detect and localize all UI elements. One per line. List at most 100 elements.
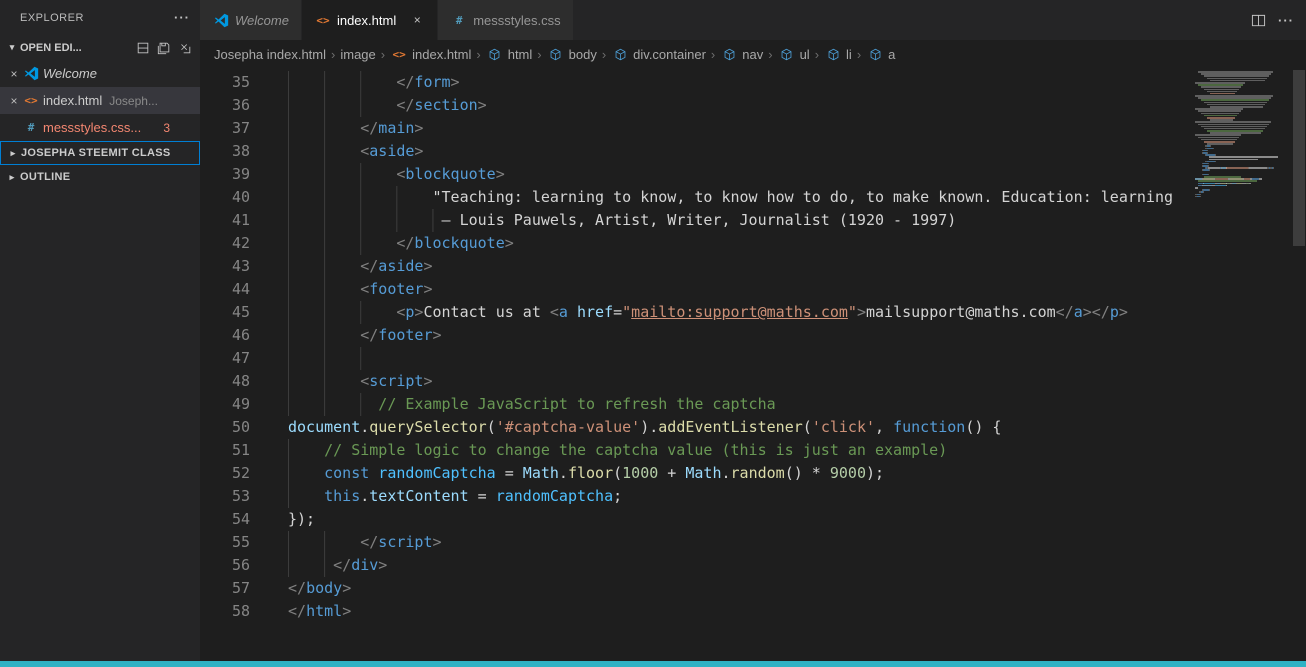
breadcrumb-label: html <box>507 46 533 62</box>
editor[interactable]: 35 </form> 36 </section> 37 </main> 38 <aside> 3… <box>200 68 1306 661</box>
css-file-icon: # <box>27 121 35 134</box>
line-number: 50 <box>231 418 250 436</box>
code-line[interactable]: 57 </body> <box>200 577 1306 600</box>
breadcrumb-label: a <box>888 46 896 62</box>
line-number: 57 <box>231 579 250 597</box>
explorer-sidebar: EXPLORER ··· ▾ OPEN EDI... × Welcome × <> i… <box>0 0 200 661</box>
line-number: 48 <box>231 372 250 390</box>
close-tab-icon[interactable]: × <box>409 13 425 27</box>
code-line[interactable]: 41— Louis Pauwels, Artist, Writer, Journ… <box>200 209 1306 232</box>
breadcrumb-separator: › <box>710 46 716 62</box>
code-line[interactable]: 44 <footer> <box>200 278 1306 301</box>
breadcrumb-item[interactable]: nav <box>720 47 763 62</box>
breadcrumb-item[interactable]: ul <box>778 47 810 62</box>
code-line[interactable]: 54}); <box>200 508 1306 531</box>
symbol-cube-icon <box>547 48 565 61</box>
code-line[interactable]: 42 </blockquote> <box>200 232 1306 255</box>
line-number: 43 <box>231 257 250 275</box>
sidebar-sections: ▸ JOSEPHA STEEMIT CLASS ▸ OUTLINE <box>0 141 200 189</box>
code-line[interactable]: 58 </html> <box>200 600 1306 623</box>
breadcrumb-separator: › <box>768 46 773 62</box>
editor-group: Welcome <> index.html × # messstyles.css ···… <box>200 0 1306 661</box>
chevron-right-icon: ▸ <box>10 147 16 158</box>
breadcrumb-label: image <box>340 46 376 62</box>
editor-scrollbar[interactable] <box>1292 68 1306 661</box>
code-line[interactable]: 36 </section> <box>200 94 1306 117</box>
mailto-link[interactable]: mailto:support@maths.com <box>631 303 848 321</box>
breadcrumb-label: li <box>846 46 852 62</box>
line-number: 49 <box>231 395 250 413</box>
tab-index.html[interactable]: <> index.html × <box>301 0 439 40</box>
breadcrumb-item[interactable]: a <box>866 47 895 62</box>
code-line[interactable]: 53 this.textContent = randomCaptcha; <box>200 485 1306 508</box>
tab-label: index.html <box>336 12 397 28</box>
code-line[interactable]: 56 </div> <box>200 554 1306 577</box>
open-editor-item[interactable]: × <> index.html Joseph... <box>0 87 200 114</box>
code-line[interactable]: 50 document.querySelector('#captcha-value… <box>200 416 1306 439</box>
editor-more-button[interactable]: ··· <box>1278 13 1294 28</box>
symbol-cube-icon <box>778 48 796 61</box>
line-number: 40 <box>231 188 250 206</box>
code-line[interactable]: 35 </form> <box>200 71 1306 94</box>
line-number: 41 <box>231 211 250 229</box>
breadcrumb-item[interactable]: div.container <box>611 47 706 62</box>
code-line[interactable]: 52 const randomCaptcha = Math.floor(1000 … <box>200 462 1306 485</box>
code-line[interactable]: 38 <aside> <box>200 140 1306 163</box>
split-editor-button[interactable] <box>1251 13 1266 28</box>
tab-bar: Welcome <> index.html × # messstyles.css ··· <box>200 0 1306 40</box>
close-editor-icon[interactable]: × <box>6 67 22 81</box>
breadcrumb-item[interactable]: image <box>340 47 375 62</box>
open-editor-item[interactable]: × Welcome <box>0 60 200 87</box>
chevron-down-icon: ▾ <box>9 42 15 52</box>
vscode-window: EXPLORER ··· ▾ OPEN EDI... × Welcome × <> i… <box>0 0 1306 661</box>
section-josepha-steemit-class[interactable]: ▸ JOSEPHA STEEMIT CLASS <box>0 141 200 165</box>
breadcrumb-item[interactable]: li <box>824 47 852 62</box>
section-label: JOSEPHA STEEMIT CLASS <box>21 147 171 159</box>
toggle-vertical-layout-icon[interactable] <box>136 41 150 55</box>
symbol-cube-icon <box>611 48 629 61</box>
code-line[interactable]: 48 <script> <box>200 370 1306 393</box>
close-all-icon[interactable] <box>178 41 192 55</box>
code-line[interactable]: 47 <box>200 347 1306 370</box>
breadcrumb-separator: › <box>856 46 862 62</box>
line-number: 47 <box>231 349 250 367</box>
sidebar-header: EXPLORER ··· <box>0 0 200 35</box>
code-line[interactable]: 55 </script> <box>200 531 1306 554</box>
code-line[interactable]: 40 "Teaching: learning to know, to know h… <box>200 186 1306 209</box>
symbol-cube-icon <box>486 48 504 61</box>
save-all-icon[interactable] <box>157 41 171 55</box>
breadcrumb-item[interactable]: Josepha index.html <box>214 47 326 62</box>
code-line[interactable]: 51// Simple logic to change the captcha … <box>200 439 1306 462</box>
close-editor-icon[interactable]: × <box>6 94 22 108</box>
code-line[interactable]: 37 </main> <box>200 117 1306 140</box>
breadcrumb-separator: › <box>331 46 336 62</box>
code-line[interactable]: 49// Example JavaScript to refresh the c… <box>200 393 1306 416</box>
code-line[interactable]: 46 </footer> <box>200 324 1306 347</box>
breadcrumb-item[interactable]: html <box>486 46 533 62</box>
scrollbar-thumb[interactable] <box>1293 70 1305 246</box>
code-line[interactable]: 39 <blockquote> <box>200 163 1306 186</box>
breadcrumb-item[interactable]: <> index.html <box>390 47 472 62</box>
explorer-more-button[interactable]: ··· <box>174 10 190 25</box>
breadcrumb-item[interactable]: body <box>547 47 597 62</box>
section-outline[interactable]: ▸ OUTLINE <box>0 165 200 189</box>
css-file-icon: # <box>455 13 463 27</box>
line-number: 51 <box>231 441 250 459</box>
open-editor-label: index.html <box>43 93 103 108</box>
tab-welcome[interactable]: Welcome <box>200 0 302 40</box>
open-editor-item[interactable]: # messstyles.css... 3 <box>0 114 200 141</box>
vscode-logo-icon <box>22 66 40 81</box>
tab-bar-tabs: Welcome <> index.html × # messstyles.css <box>200 0 574 40</box>
code-line[interactable]: 43 </aside> <box>200 255 1306 278</box>
code-line[interactable]: 45 <p>Contact us at <a href="mailto:suppo… <box>200 301 1306 324</box>
status-bar[interactable] <box>0 661 1306 667</box>
html-file-icon: <> <box>24 94 38 107</box>
breadcrumb-separator: › <box>537 46 542 62</box>
open-editors-header[interactable]: ▾ OPEN EDI... <box>0 35 200 60</box>
problems-badge: 3 <box>163 120 170 135</box>
line-number: 46 <box>231 326 250 344</box>
tab-messstyles.css[interactable]: # messstyles.css <box>438 0 574 40</box>
line-number: 37 <box>231 119 250 137</box>
line-number: 56 <box>231 556 250 574</box>
minimap[interactable] <box>1195 68 1292 661</box>
